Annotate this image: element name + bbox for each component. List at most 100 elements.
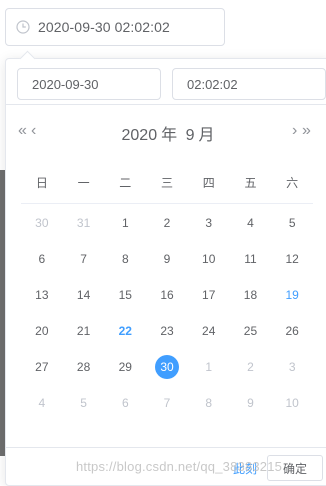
day-number: 31 xyxy=(76,216,91,230)
day-cell[interactable]: 8 xyxy=(188,385,230,421)
day-number: 23 xyxy=(160,324,174,338)
day-number: 15 xyxy=(118,288,132,302)
year-unit: 年 xyxy=(161,127,178,144)
day-cell[interactable]: 17 xyxy=(188,277,230,313)
day-cell[interactable]: 2 xyxy=(146,205,188,241)
week-row: 27 28 29 30 1 2 3 xyxy=(21,349,313,385)
day-cell[interactable]: 2 xyxy=(230,349,272,385)
day-cell[interactable]: 15 xyxy=(104,277,146,313)
page: 2020-09-30 02:02:02 2020-09-30 02:02:02 … xyxy=(0,0,326,486)
day-cell[interactable]: 8 xyxy=(104,241,146,277)
day-cell[interactable]: 24 xyxy=(188,313,230,349)
weekday-label: 四 xyxy=(202,176,215,190)
date-picker-panel: 2020-09-30 02:02:02 « ‹ 2020 年 9月 › » 日 一… xyxy=(5,50,326,486)
day-cell[interactable]: 4 xyxy=(230,205,272,241)
day-number: 30 xyxy=(35,216,49,230)
day-cell-today[interactable]: 22 xyxy=(104,313,146,349)
day-number: 11 xyxy=(244,252,257,266)
day-cell[interactable]: 9 xyxy=(146,241,188,277)
day-number: 3 xyxy=(288,360,296,374)
day-cell[interactable]: 3 xyxy=(271,349,313,385)
weekday-label: 二 xyxy=(119,176,132,190)
day-number: 12 xyxy=(285,252,299,266)
month-label[interactable]: 2020 年 9月 xyxy=(6,121,326,145)
weekday-label: 三 xyxy=(161,176,174,190)
next-year-icon[interactable]: » xyxy=(302,123,311,139)
day-cell[interactable]: 20 xyxy=(21,313,63,349)
day-number: 6 xyxy=(38,252,46,266)
day-number: 18 xyxy=(243,288,258,302)
clock-icon xyxy=(16,20,30,34)
picker-time-header: 2020-09-30 02:02:02 xyxy=(6,59,326,105)
datetime-input[interactable]: 2020-09-30 02:02:02 xyxy=(5,8,225,46)
day-number: 9 xyxy=(247,396,254,410)
day-number: 3 xyxy=(205,216,213,230)
day-cell[interactable]: 16 xyxy=(146,277,188,313)
day-number: 13 xyxy=(35,288,49,302)
day-cell[interactable]: 9 xyxy=(230,385,272,421)
day-cell[interactable]: 27 xyxy=(21,349,63,385)
day-cell[interactable]: 6 xyxy=(21,241,63,277)
day-number: 5 xyxy=(80,396,87,410)
week-row: 4 5 6 7 8 9 10 xyxy=(21,385,313,421)
day-cell[interactable]: 28 xyxy=(63,349,105,385)
day-cell[interactable]: 1 xyxy=(104,205,146,241)
month-value: 9 xyxy=(185,127,195,144)
day-number: 6 xyxy=(121,396,129,410)
day-number: 28 xyxy=(76,360,91,374)
day-cell[interactable]: 10 xyxy=(271,385,313,421)
day-number: 4 xyxy=(247,216,254,230)
week-row: 6 7 8 9 10 11 12 xyxy=(21,241,313,277)
day-number: 7 xyxy=(80,252,87,266)
day-number: 21 xyxy=(76,324,91,338)
day-number: 8 xyxy=(205,396,213,410)
day-cell[interactable]: 7 xyxy=(63,241,105,277)
weekday-label: 日 xyxy=(35,176,48,190)
day-cell[interactable]: 5 xyxy=(63,385,105,421)
day-number: 22 xyxy=(118,324,132,338)
day-number: 16 xyxy=(160,288,174,302)
day-cell[interactable]: 3 xyxy=(188,205,230,241)
picker-footer: 此刻 确定 xyxy=(6,447,326,486)
now-button[interactable]: 此刻 xyxy=(233,460,257,477)
day-cell[interactable]: 6 xyxy=(104,385,146,421)
day-cell-selected[interactable]: 30 xyxy=(146,349,188,385)
day-cell[interactable]: 13 xyxy=(21,277,63,313)
day-number: 1 xyxy=(121,216,129,230)
weekday-label: 六 xyxy=(286,176,299,190)
day-cell[interactable]: 29 xyxy=(104,349,146,385)
day-number: 25 xyxy=(243,324,258,338)
day-cell[interactable]: 12 xyxy=(271,241,313,277)
day-cell[interactable]: 7 xyxy=(146,385,188,421)
week-row: 30 31 1 2 3 4 5 xyxy=(21,205,313,241)
confirm-button[interactable]: 确定 xyxy=(267,455,323,481)
date-field[interactable]: 2020-09-30 xyxy=(17,68,161,100)
day-cell[interactable]: 25 xyxy=(230,313,272,349)
day-cell[interactable]: 21 xyxy=(63,313,105,349)
day-number: 27 xyxy=(35,360,49,374)
day-number: 29 xyxy=(118,360,132,374)
day-number: 7 xyxy=(163,396,171,410)
day-cell[interactable]: 11 xyxy=(230,241,272,277)
day-number: 20 xyxy=(35,324,49,338)
day-cell[interactable]: 1 xyxy=(188,349,230,385)
day-cell[interactable]: 23 xyxy=(146,313,188,349)
day-cell[interactable]: 10 xyxy=(188,241,230,277)
day-number: 24 xyxy=(202,324,216,338)
day-cell[interactable]: 31 xyxy=(63,205,105,241)
day-cell[interactable]: 19 xyxy=(271,277,313,313)
day-cell[interactable]: 18 xyxy=(230,277,272,313)
weekday-header: 日 一 二 三 四 五 六 xyxy=(21,174,313,204)
day-cell[interactable]: 5 xyxy=(271,205,313,241)
day-number: 19 xyxy=(285,288,299,302)
day-number: 10 xyxy=(202,252,216,266)
weekday-label: 一 xyxy=(77,176,90,190)
day-number: 14 xyxy=(76,288,91,302)
day-cell[interactable]: 4 xyxy=(21,385,63,421)
next-month-icon[interactable]: › xyxy=(292,123,297,139)
day-cell[interactable]: 30 xyxy=(21,205,63,241)
day-cell[interactable]: 26 xyxy=(271,313,313,349)
time-field[interactable]: 02:02:02 xyxy=(172,68,326,100)
day-cell[interactable]: 14 xyxy=(63,277,105,313)
day-number: 9 xyxy=(163,252,171,266)
